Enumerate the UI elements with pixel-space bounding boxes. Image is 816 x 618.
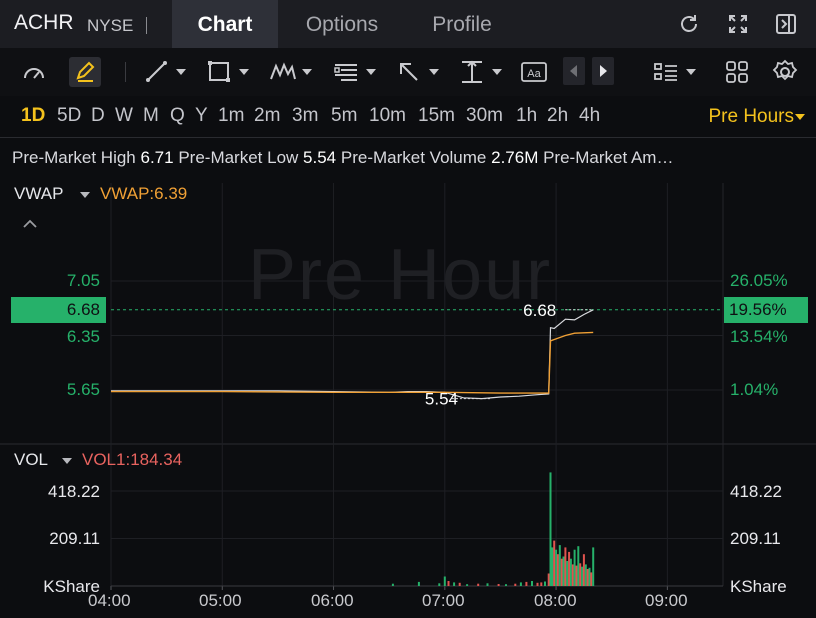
percent-tick: 1.04% [730, 380, 779, 399]
vol-indicator-label[interactable]: VOL [14, 450, 48, 470]
time-tick: 06:00 [311, 591, 354, 610]
volume-bar [540, 582, 543, 586]
volume-bar [555, 549, 558, 586]
time-tick: 04:00 [88, 591, 131, 610]
volume-bar [525, 581, 528, 586]
volume-bar [486, 583, 489, 586]
volume-bar [569, 558, 572, 586]
volume-bar [551, 547, 554, 586]
volume-bar [438, 583, 441, 586]
volume-bar [547, 573, 550, 586]
vwap-indicator-value: VWAP:6.39 [100, 184, 188, 203]
volume-bar [477, 583, 480, 586]
time-tick: 09:00 [645, 591, 688, 610]
chevron-down-icon[interactable] [80, 192, 90, 198]
time-tick: 08:00 [534, 591, 577, 610]
volume-bar [497, 584, 500, 586]
volume-bar [573, 549, 576, 586]
volume-tick: 209.11 [49, 529, 100, 548]
volume-tick: 418.22 [730, 482, 782, 501]
volume-bar [544, 581, 546, 586]
volume-bar [582, 554, 585, 586]
volume-bar [443, 576, 446, 586]
volume-bar [505, 584, 507, 586]
volume-unit: KShare [730, 577, 787, 596]
chevron-down-icon[interactable] [62, 458, 72, 464]
volume-bar [391, 583, 394, 586]
vwap-indicator-label[interactable]: VWAP [14, 184, 63, 204]
volume-bar [581, 566, 584, 586]
price-layer: 6.685.54 [111, 301, 723, 409]
time-tick: 07:00 [422, 591, 465, 610]
volume-unit: KShare [43, 577, 100, 596]
volume-bar [560, 558, 563, 586]
volume-layer [391, 472, 595, 586]
price-tick: 6.35 [66, 327, 100, 346]
volume-bar [586, 569, 589, 586]
volume-bar [588, 567, 591, 586]
volume-bar [592, 547, 595, 586]
volume-bar [577, 546, 580, 586]
volume-bar [575, 565, 578, 586]
chevron-up-icon[interactable] [22, 218, 38, 230]
current-price-tag: 6.68 [11, 297, 106, 323]
volume-bar [564, 547, 567, 586]
volume-bar [447, 581, 450, 586]
volume-bar [568, 551, 571, 586]
price-tick: 7.05 [66, 271, 100, 290]
volume-bar [566, 561, 569, 586]
volume-bar [519, 582, 522, 586]
low-marker-label: 5.54 [425, 390, 458, 409]
volume-bar [514, 583, 517, 586]
percent-tick: 26.05% [730, 271, 788, 290]
price-tick: 5.65 [66, 380, 100, 399]
volume-bar [558, 545, 561, 586]
volume-bar [453, 582, 456, 586]
volume-bar [531, 581, 533, 586]
volume-bar [536, 582, 539, 586]
volume-tick: 209.11 [730, 529, 781, 548]
volume-bar [584, 564, 587, 586]
volume-bar [553, 540, 556, 586]
vol-indicator-value: VOL1:184.34 [82, 450, 183, 469]
volume-bar [458, 582, 461, 586]
price-line [111, 309, 594, 400]
session-watermark: Pre Hour [248, 235, 553, 315]
volume-bar [571, 564, 574, 586]
volume-bar [556, 554, 559, 586]
current-percent-tag: 19.56% [724, 297, 808, 323]
volume-bar [590, 572, 593, 586]
volume-bar [549, 472, 552, 586]
time-tick: 05:00 [199, 591, 242, 610]
volume-bar [562, 556, 565, 586]
volume-tick: 418.22 [48, 482, 100, 501]
volume-bar [466, 584, 469, 586]
volume-bar [579, 563, 582, 586]
volume-bar [417, 581, 420, 586]
vwap-line [111, 331, 594, 394]
percent-tick: 13.54% [730, 327, 788, 346]
